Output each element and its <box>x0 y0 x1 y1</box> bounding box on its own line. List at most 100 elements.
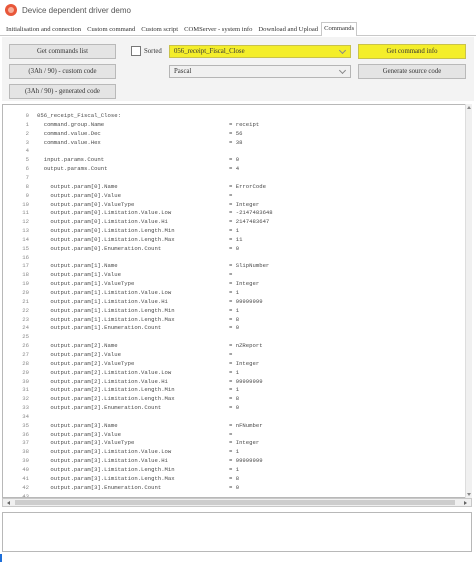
line-number: 10 <box>22 200 29 208</box>
get-commands-list-button[interactable]: Get commands list <box>9 44 116 59</box>
output-log[interactable] <box>2 512 472 552</box>
code-value: = <box>229 271 233 279</box>
line-number: 20 <box>22 289 29 296</box>
line-number: 5 <box>25 156 29 164</box>
code-key: output.param[3].Value <box>37 430 121 438</box>
line-number: 16 <box>22 253 29 261</box>
tab-download-upload[interactable]: Download and Upload <box>255 25 321 35</box>
code-value: = 8 <box>229 315 240 323</box>
code-value: = Integer <box>229 359 260 367</box>
code-line: 29 output.param[2].Limitation.Value.Low =… <box>3 369 443 377</box>
code-line: 39 output.param[3].Limitation.Value.Hi = … <box>3 457 443 465</box>
code-line: 17 output.param[1].Name = SlipNumber <box>3 262 443 270</box>
scrollbar-thumb[interactable] <box>15 500 455 505</box>
generate-source-code-button[interactable]: Generate source code <box>358 64 466 79</box>
code-line: 12 output.param[0].Limitation.Value.Hi = … <box>3 218 443 226</box>
code-line: 28 output.param[2].ValueType = Integer <box>3 360 443 368</box>
tab-custom-script[interactable]: Custom script <box>138 25 181 35</box>
code-key: output.param[1].Name <box>37 262 118 270</box>
line-number: 27 <box>22 350 29 358</box>
code-key: output.param[0].Name <box>37 182 118 190</box>
accent-edge <box>0 554 2 562</box>
code-line: 40 output.param[3].Limitation.Length.Min… <box>3 466 443 474</box>
code-value: = 1 <box>229 227 240 235</box>
code-key: 056_receipt_Fiscal_Close: <box>37 112 121 119</box>
line-number: 15 <box>22 244 29 252</box>
code-key: output.param[0].Value <box>37 191 121 199</box>
code-editor[interactable]: 0 056_receipt_Fiscal_Close: 1 command.grou… <box>2 104 472 498</box>
code-line: 42 output.param[3].Enumeration.Count = 0 <box>3 484 443 492</box>
code-line: 9 output.param[0].Value = <box>3 192 443 200</box>
code-key: command.value.Hex <box>37 138 101 146</box>
code-key: output.param[3].Limitation.Length.Max <box>37 474 175 482</box>
language-select[interactable]: Pascal <box>169 65 351 78</box>
chevron-down-icon <box>338 66 347 75</box>
line-number: 4 <box>25 147 29 155</box>
line-number: 22 <box>22 306 29 314</box>
line-number: 2 <box>25 129 29 137</box>
code-key: output.param[0].ValueType <box>37 200 135 208</box>
language-select-value: Pascal <box>174 68 192 75</box>
code-key: output.param[2].Limitation.Value.Low <box>37 368 172 376</box>
scroll-left-icon[interactable] <box>7 501 10 505</box>
code-value: = 0 <box>229 324 240 332</box>
code-key: output.param[0].Limitation.Value.Hi <box>37 218 168 226</box>
custom-code-button[interactable]: (3Ah / 90) - custom code <box>9 64 116 79</box>
code-key: output.param[2].Limitation.Length.Min <box>37 386 175 394</box>
code-value: = ErrorCode <box>229 182 266 190</box>
command-select-value: 056_receipt_Fiscal_Close <box>174 48 245 55</box>
line-number: 36 <box>22 430 29 438</box>
line-number: 33 <box>22 404 29 412</box>
sorted-checkbox-group[interactable]: Sorted <box>131 46 162 56</box>
tab-commands[interactable]: Commands <box>321 22 358 36</box>
line-number: 42 <box>22 483 29 491</box>
code-key: output.params.Count <box>37 165 108 173</box>
line-number: 7 <box>25 173 29 181</box>
code-value: = 56 <box>229 129 243 137</box>
code-key: output.param[3].ValueType <box>37 439 135 447</box>
code-line: 37 output.param[3].ValueType = Integer <box>3 439 443 447</box>
code-value: = 1 <box>229 306 240 314</box>
tab-comserver-system-info[interactable]: COMServer - system info <box>181 25 255 35</box>
code-key: output.param[2].Limitation.Length.Max <box>37 395 175 403</box>
sorted-checkbox[interactable] <box>131 46 141 56</box>
code-line: 26 output.param[2].Name = nZReport <box>3 342 443 350</box>
code-value: = 8 <box>229 474 240 482</box>
code-line: 35 output.param[3].Name = nFNumber <box>3 422 443 430</box>
tab-custom-command[interactable]: Custom command <box>84 25 138 35</box>
code-key: output.param[1].Limitation.Length.Min <box>37 306 175 314</box>
code-key: output.param[3].Limitation.Length.Min <box>37 466 175 473</box>
window-title: Device dependent driver demo <box>22 5 131 15</box>
command-select[interactable]: 056_receipt_Fiscal_Close <box>169 45 351 58</box>
code-value: = 2147483647 <box>229 218 270 226</box>
scroll-down-icon[interactable] <box>467 493 471 496</box>
code-value: = 8 <box>229 395 240 403</box>
scroll-right-icon[interactable] <box>464 501 467 505</box>
title-bar: Device dependent driver demo <box>0 0 476 20</box>
generated-code-button[interactable]: (3Ah / 90) - generated code <box>9 84 116 99</box>
tab-initialisation[interactable]: Initialisation and connection <box>3 25 84 35</box>
code-line: 15 output.param[0].Enumeration.Count = 0 <box>3 245 443 253</box>
code-key: output.param[3].Limitation.Value.Low <box>37 448 172 456</box>
code-line: 1 command.group.Name = receipt <box>3 121 443 129</box>
horizontal-scrollbar[interactable] <box>2 498 472 507</box>
line-number: 8 <box>25 182 29 190</box>
code-value: = 99999999 <box>229 457 263 465</box>
code-line: 0 056_receipt_Fiscal_Close: <box>3 112 443 120</box>
code-line: 30 output.param[2].Limitation.Value.Hi = … <box>3 378 443 386</box>
code-value: = 1 <box>229 466 240 473</box>
get-command-info-button[interactable]: Get command info <box>358 44 466 59</box>
vertical-scrollbar[interactable] <box>465 104 472 498</box>
code-line: 31 output.param[2].Limitation.Length.Min… <box>3 386 443 394</box>
code-line: 16 <box>3 254 443 262</box>
line-number: 26 <box>22 342 29 350</box>
code-key: output.param[0].Limitation.Value.Low <box>37 209 172 217</box>
code-key: command.group.Name <box>37 120 105 128</box>
scroll-up-icon[interactable] <box>467 106 471 109</box>
code-line: 24 output.param[1].Enumeration.Count = 0 <box>3 324 443 332</box>
code-line: 20 output.param[1].Limitation.Value.Low =… <box>3 289 443 297</box>
line-number: 34 <box>22 412 29 420</box>
line-number: 18 <box>22 271 29 279</box>
line-number: 39 <box>22 457 29 465</box>
code-value: = 0 <box>229 156 240 164</box>
